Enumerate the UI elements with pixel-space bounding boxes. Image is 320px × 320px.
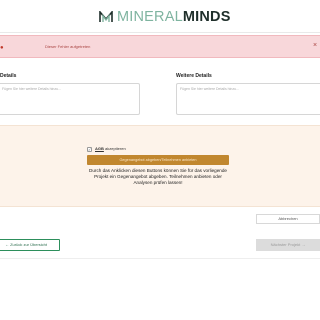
further-details-label: Weitere Details xyxy=(176,73,212,79)
details-textarea[interactable] xyxy=(0,83,140,115)
error-alert: ● Dieser Fehler aufgetreten × xyxy=(0,35,320,58)
alert-dot-icon: ● xyxy=(0,45,4,51)
details-label: Details xyxy=(0,73,17,79)
mineral-minds-logo-icon xyxy=(99,11,113,22)
agb-link[interactable]: AGB xyxy=(95,146,104,151)
brand-name-part2: MINDS xyxy=(182,9,231,25)
brand-logo[interactable]: MINERALMINDS xyxy=(99,7,231,27)
offer-info-text: Durch das Anklicken diesen Buttons könne… xyxy=(89,168,227,185)
agb-label: AGB akzeptieren xyxy=(95,146,126,152)
close-icon[interactable]: × xyxy=(313,42,317,50)
agb-checkbox-row[interactable]: ✓ AGB akzeptieren xyxy=(87,146,126,152)
agb-suffix: akzeptieren xyxy=(103,146,126,151)
submit-counteroffer-button[interactable]: Gegenangebot abgeben/Teilnehmen anbieten xyxy=(87,155,229,165)
further-details-textarea[interactable] xyxy=(176,83,320,115)
cancel-button[interactable]: Abbrechen xyxy=(256,214,320,224)
brand-name-part1: MINERAL xyxy=(117,9,183,25)
brand-name: MINERALMINDS xyxy=(117,7,231,27)
next-project-button[interactable]: Nächster Projekt → xyxy=(256,239,320,251)
app-header: MINERALMINDS xyxy=(0,0,320,33)
alert-message: Dieser Fehler aufgetreten xyxy=(45,44,91,49)
divider xyxy=(0,258,320,259)
offer-panel xyxy=(0,125,320,207)
back-to-overview-button[interactable]: ← Zurück zur Übersicht xyxy=(0,239,60,251)
agb-checkbox[interactable]: ✓ xyxy=(87,146,92,152)
